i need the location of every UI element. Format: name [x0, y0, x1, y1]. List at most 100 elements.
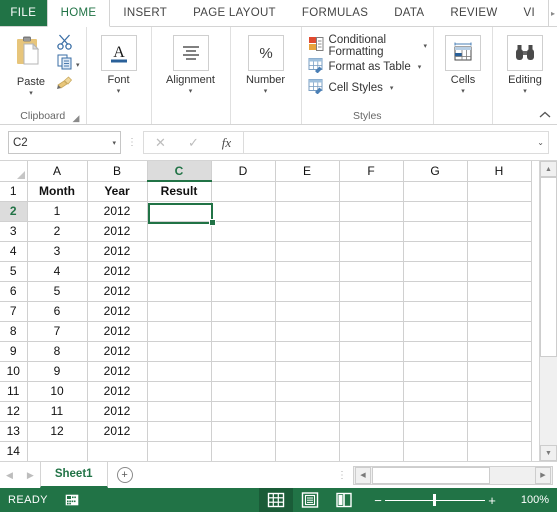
cell-D6[interactable]	[211, 281, 276, 302]
page-break-preview-button[interactable]	[327, 488, 361, 512]
cell-C5[interactable]	[147, 261, 212, 282]
formula-input[interactable]: ⌄	[243, 131, 549, 154]
row-header-1[interactable]: 1	[0, 181, 28, 202]
cell-D5[interactable]	[211, 261, 276, 282]
cell-C12[interactable]	[147, 401, 212, 422]
number-dropdown-caret-icon[interactable]: ▾	[264, 88, 268, 95]
conditional-formatting-caret-icon[interactable]: ▾	[423, 42, 427, 50]
alignment-button[interactable]: Alignment ▾	[158, 32, 224, 95]
cell-F9[interactable]	[339, 341, 404, 362]
tab-data[interactable]: DATA	[381, 0, 437, 26]
cell-H7[interactable]	[467, 301, 532, 322]
cell-D2[interactable]	[211, 201, 276, 222]
cell-B6[interactable]: 2012	[87, 281, 148, 302]
insert-function-button[interactable]: fx	[210, 135, 243, 151]
tab-page-layout[interactable]: PAGE LAYOUT	[180, 0, 289, 26]
cell-G6[interactable]	[403, 281, 468, 302]
cell-B13[interactable]: 2012	[87, 421, 148, 442]
cell-F8[interactable]	[339, 321, 404, 342]
page-layout-view-button[interactable]	[293, 488, 327, 512]
zoom-slider-thumb[interactable]	[433, 494, 436, 506]
cell-H9[interactable]	[467, 341, 532, 362]
row-header-6[interactable]: 6	[0, 281, 28, 302]
cell-H10[interactable]	[467, 361, 532, 382]
cell-B5[interactable]: 2012	[87, 261, 148, 282]
cell-A11[interactable]: 10	[27, 381, 88, 402]
copy-dropdown-caret-icon[interactable]: ▾	[76, 62, 80, 69]
cell-A10[interactable]: 9	[27, 361, 88, 382]
column-header-e[interactable]: E	[275, 161, 340, 182]
cell-H5[interactable]	[467, 261, 532, 282]
tab-view[interactable]: VI	[511, 0, 548, 26]
ribbon-collapse-arrow-icon[interactable]	[539, 111, 551, 122]
alignment-dropdown-caret-icon[interactable]: ▾	[189, 88, 193, 95]
cell-F4[interactable]	[339, 241, 404, 262]
cell-G5[interactable]	[403, 261, 468, 282]
horizontal-scroll-thumb[interactable]	[372, 466, 490, 484]
cell-F13[interactable]	[339, 421, 404, 442]
cell-D9[interactable]	[211, 341, 276, 362]
cell-H11[interactable]	[467, 381, 532, 402]
cell-F5[interactable]	[339, 261, 404, 282]
cell-E4[interactable]	[275, 241, 340, 262]
cells-button[interactable]: Cells ▾	[440, 32, 486, 95]
cell-G14[interactable]	[403, 441, 468, 461]
scroll-up-button[interactable]: ▲	[540, 161, 557, 177]
new-sheet-button[interactable]: +	[108, 462, 142, 488]
cell-styles-caret-icon[interactable]: ▾	[390, 84, 394, 92]
cell-A9[interactable]: 8	[27, 341, 88, 362]
paste-button[interactable]: Paste ▾	[6, 32, 56, 97]
cell-E13[interactable]	[275, 421, 340, 442]
cell-B3[interactable]: 2012	[87, 221, 148, 242]
cell-E1[interactable]	[275, 181, 340, 202]
cell-D1[interactable]	[211, 181, 276, 202]
cell-B11[interactable]: 2012	[87, 381, 148, 402]
editing-dropdown-caret-icon[interactable]: ▾	[523, 88, 527, 95]
next-sheet-button[interactable]: ▶	[27, 470, 34, 481]
cell-B14[interactable]	[87, 441, 148, 461]
editing-button[interactable]: Editing ▾	[499, 32, 551, 95]
cell-F6[interactable]	[339, 281, 404, 302]
formula-bar-handle[interactable]: ⋮	[121, 137, 143, 148]
cell-D13[interactable]	[211, 421, 276, 442]
cell-C7[interactable]	[147, 301, 212, 322]
name-box[interactable]: C2 ▾	[8, 131, 121, 154]
cell-F2[interactable]	[339, 201, 404, 222]
cell-C3[interactable]	[147, 221, 212, 242]
zoom-slider-track[interactable]	[385, 488, 485, 512]
cell-D12[interactable]	[211, 401, 276, 422]
cell-E8[interactable]	[275, 321, 340, 342]
enter-formula-button[interactable]: ✓	[177, 135, 210, 151]
column-header-d[interactable]: D	[211, 161, 276, 182]
zoom-out-button[interactable]: −	[371, 493, 385, 508]
tab-insert[interactable]: INSERT	[110, 0, 180, 26]
cell-G8[interactable]	[403, 321, 468, 342]
copy-button[interactable]: ▾	[56, 54, 80, 74]
cell-C1[interactable]: Result	[147, 181, 212, 202]
row-header-8[interactable]: 8	[0, 321, 28, 342]
tab-home[interactable]: HOME	[46, 0, 111, 27]
cell-B8[interactable]: 2012	[87, 321, 148, 342]
cell-H1[interactable]	[467, 181, 532, 202]
row-header-13[interactable]: 13	[0, 421, 28, 442]
cell-B10[interactable]: 2012	[87, 361, 148, 382]
format-as-table-caret-icon[interactable]: ▾	[418, 63, 422, 71]
paste-dropdown-caret-icon[interactable]: ▾	[29, 90, 33, 97]
macro-record-button[interactable]	[64, 493, 80, 507]
cell-styles-button[interactable]: Cell Styles ▾	[308, 77, 427, 98]
row-header-14[interactable]: 14	[0, 441, 28, 461]
cell-A14[interactable]	[27, 441, 88, 461]
row-header-5[interactable]: 5	[0, 261, 28, 282]
cell-B1[interactable]: Year	[87, 181, 148, 202]
cell-A6[interactable]: 5	[27, 281, 88, 302]
row-header-9[interactable]: 9	[0, 341, 28, 362]
cell-B12[interactable]: 2012	[87, 401, 148, 422]
row-header-12[interactable]: 12	[0, 401, 28, 422]
cell-H13[interactable]	[467, 421, 532, 442]
cell-B2[interactable]: 2012	[87, 201, 148, 222]
cell-F14[interactable]	[339, 441, 404, 461]
number-button[interactable]: % Number ▾	[237, 32, 295, 95]
cell-E14[interactable]	[275, 441, 340, 461]
tab-file[interactable]: FILE	[0, 0, 47, 26]
cell-D3[interactable]	[211, 221, 276, 242]
